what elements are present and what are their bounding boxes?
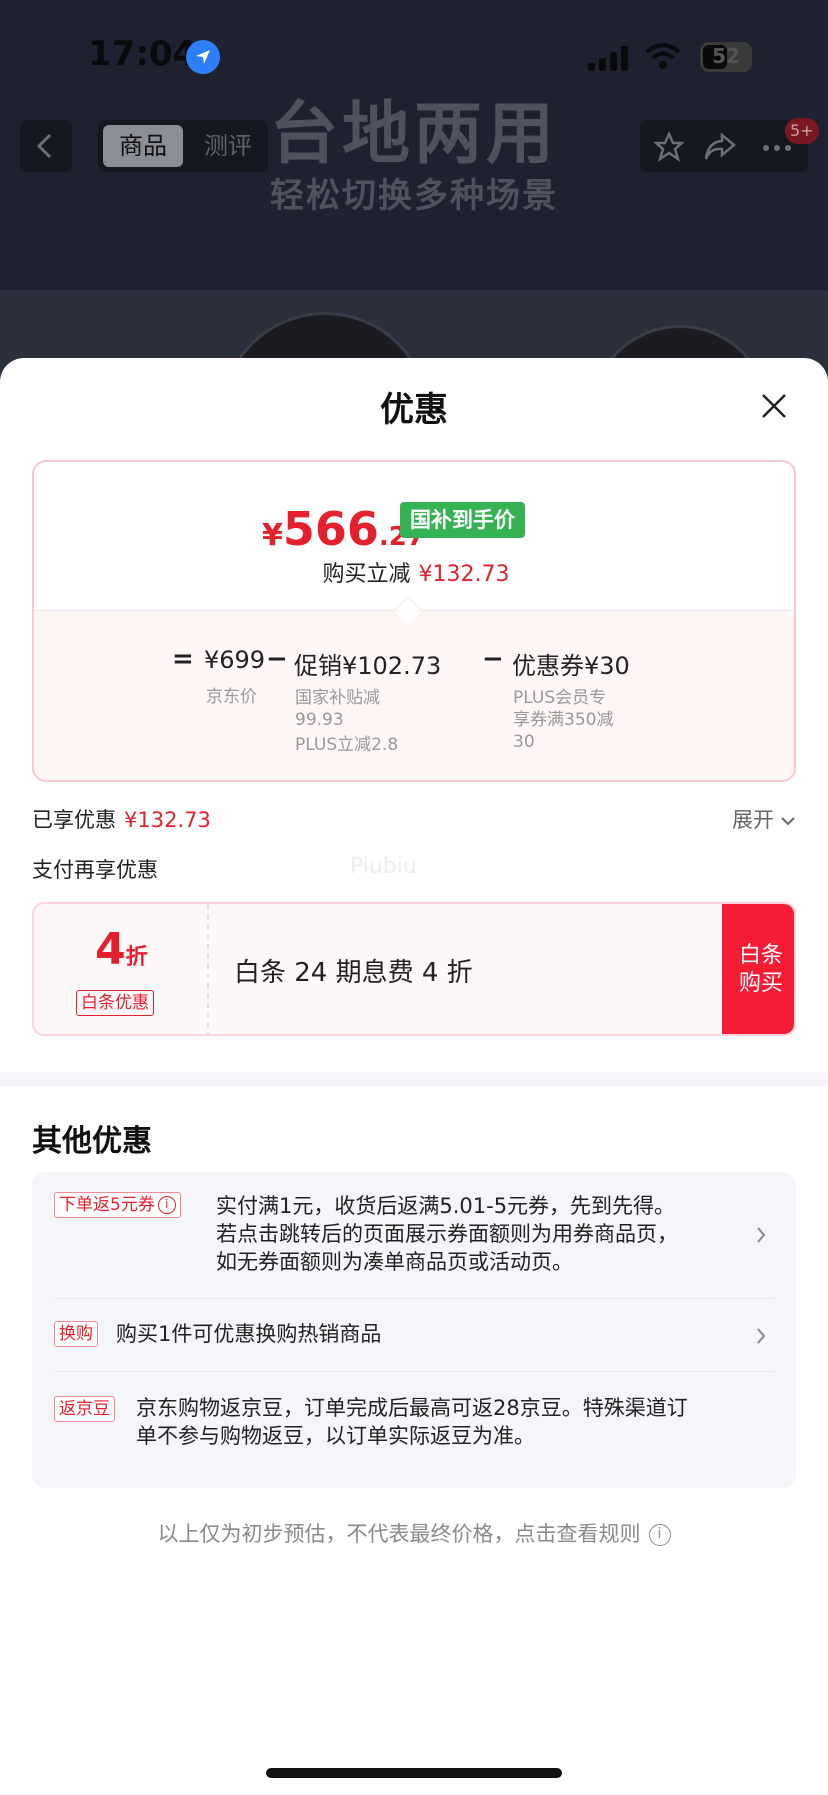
baitiao-offer-card[interactable]: 4折 白条优惠 白条 24 期息费 4 折 白条购买 (32, 902, 796, 1036)
baitiao-tag: 白条优惠 (76, 990, 154, 1016)
sheet-title: 优惠 (380, 390, 448, 430)
equals-sign: = (172, 644, 194, 674)
chevron-right-icon (757, 1328, 766, 1344)
offer-text-line: 如无券面额则为凑单商品页或活动页。 (216, 1250, 573, 1274)
status-time: 17:04 (88, 34, 197, 74)
cellular-signal-icon (588, 45, 630, 71)
baitiao-description: 白条 24 期息费 4 折 (234, 958, 473, 988)
coupon-amount: 优惠券¥30 (512, 652, 630, 680)
discount-number: 4 (95, 924, 126, 975)
offer-text-line: 购买1件可优惠换购热销商品 (116, 1322, 382, 1346)
section-divider (0, 1072, 828, 1086)
tab-goods[interactable]: 商品 (103, 125, 183, 167)
other-offers-card: 下单返5元券 i 实付满1元，收货后返满5.01-5元券，先到先得。 若点击跳转后… (32, 1172, 796, 1488)
battery-icon: 52 (700, 42, 752, 72)
coupon-detail: 30 (513, 732, 535, 752)
wifi-icon (645, 43, 681, 69)
jd-price-label: 京东价 (206, 687, 257, 707)
chevron-right-icon (757, 1227, 766, 1243)
buy-label-line: 白条 (738, 943, 783, 968)
offer-text-line: 单不参与购物返豆，以订单实际返豆为准。 (136, 1424, 535, 1448)
jd-price: ¥699 (204, 646, 266, 674)
nav-tabs: 商品 测评 (98, 120, 268, 172)
offer-item-coupon-return[interactable]: 下单返5元券 i 实付满1元，收货后返满5.01-5元券，先到先得。 若点击跳转后… (32, 1172, 796, 1298)
offer-text: 京东购物返京豆，订单完成后最高可返28京豆。特殊渠道订 单不参与购物返豆，以订单… (136, 1394, 688, 1450)
baitiao-buy-button[interactable]: 白条 购买 (722, 904, 794, 1034)
tab-review[interactable]: 测评 (193, 125, 263, 167)
discount-sheet: 优惠 ¥566.27 国补到手价 购买立减¥132.73 = ¥699 京东价 … (0, 358, 828, 1795)
buy-label-line: 购买 (738, 971, 783, 996)
coupon-detail: PLUS会员专 (513, 688, 607, 708)
favorite-star-icon[interactable] (654, 132, 684, 162)
coupon-detail: 享券满350减 (513, 710, 614, 730)
more-icon[interactable] (762, 144, 792, 152)
promo-detail: 国家补贴减 (295, 688, 380, 708)
offer-tag: 返京豆 (54, 1396, 115, 1422)
info-icon: i (157, 1196, 176, 1214)
enjoyed-label: 已享优惠 (32, 808, 116, 832)
watermark: Piubiu (350, 854, 417, 879)
disclaimer-text: 以上仅为初步预估，不代表最终价格，点击查看规则 (157, 1522, 641, 1546)
message-badge: 5+ (785, 118, 819, 144)
home-indicator (266, 1768, 562, 1778)
expand-label: 展开 (732, 808, 774, 832)
promo-amount: 促销¥102.73 (294, 652, 442, 680)
offer-tag: 下单返5元券 i (54, 1192, 181, 1218)
offer-text-line: 京东购物返京豆，订单完成后最高可返28京豆。特殊渠道订 (136, 1396, 688, 1420)
pay-more-label: 支付再享优惠 (32, 858, 158, 882)
offer-text: 购买1件可优惠换购热销商品 (116, 1320, 381, 1348)
baitiao-discount-area: 4折 白条优惠 (34, 904, 209, 1034)
enjoyed-discount-row: 已享优惠 ¥132.73 展开 (32, 804, 796, 840)
price-disclaimer[interactable]: 以上仅为初步预估，不代表最终价格，点击查看规则 i (0, 1518, 828, 1548)
promo-detail: 99.93 (295, 710, 344, 730)
minus-sign: − (482, 644, 504, 674)
offer-text-line: 实付满1元，收货后返满5.01-5元券，先到先得。 (216, 1194, 676, 1218)
location-arrow-icon (186, 40, 220, 74)
expand-button[interactable]: 展开 (732, 804, 796, 834)
chevron-left-icon (36, 133, 52, 159)
share-icon[interactable] (704, 132, 736, 162)
chevron-down-icon (781, 817, 795, 826)
promo-detail: PLUS立减2.8 (295, 735, 399, 755)
enjoyed-value: ¥132.73 (124, 808, 211, 832)
close-icon[interactable] (760, 392, 788, 420)
other-offers-title: 其他优惠 (32, 1124, 152, 1159)
discount-unit: 折 (125, 945, 148, 970)
banner-subtitle: 轻松切换多种场景 (270, 176, 558, 216)
offer-item-jd-beans: 返京豆 京东购物返京豆，订单完成后最高可返28京豆。特殊渠道订 单不参与购物返豆… (32, 1372, 796, 1488)
price-card: ¥566.27 国补到手价 购买立减¥132.73 = ¥699 京东价 − 促… (32, 460, 796, 782)
offer-tag: 换购 (54, 1321, 98, 1347)
price-calculation: = ¥699 京东价 − 促销¥102.73 国家补贴减 99.93 PLUS立… (34, 462, 794, 780)
info-icon: i (648, 1524, 671, 1546)
minus-sign: − (266, 644, 288, 674)
baitiao-discount: 4折 (34, 924, 209, 975)
offer-text: 实付满1元，收货后返满5.01-5元券，先到先得。 若点击跳转后的页面展示券面额… (216, 1192, 678, 1276)
offer-text-line: 若点击跳转后的页面展示券面额则为用券商品页， (216, 1222, 678, 1246)
status-bar: 17:04 52 (0, 0, 828, 110)
battery-level: 52 (712, 44, 740, 68)
offer-tag-label: 下单返5元券 (59, 1195, 155, 1215)
back-button[interactable] (20, 120, 72, 172)
offer-item-trade-in[interactable]: 换购 购买1件可优惠换购热销商品 (32, 1299, 796, 1371)
screen: 台地两用 轻松切换多种场景 17:04 52 商品 测评 5+ 优惠 ¥566 … (0, 0, 828, 1795)
nav-actions (640, 120, 808, 172)
